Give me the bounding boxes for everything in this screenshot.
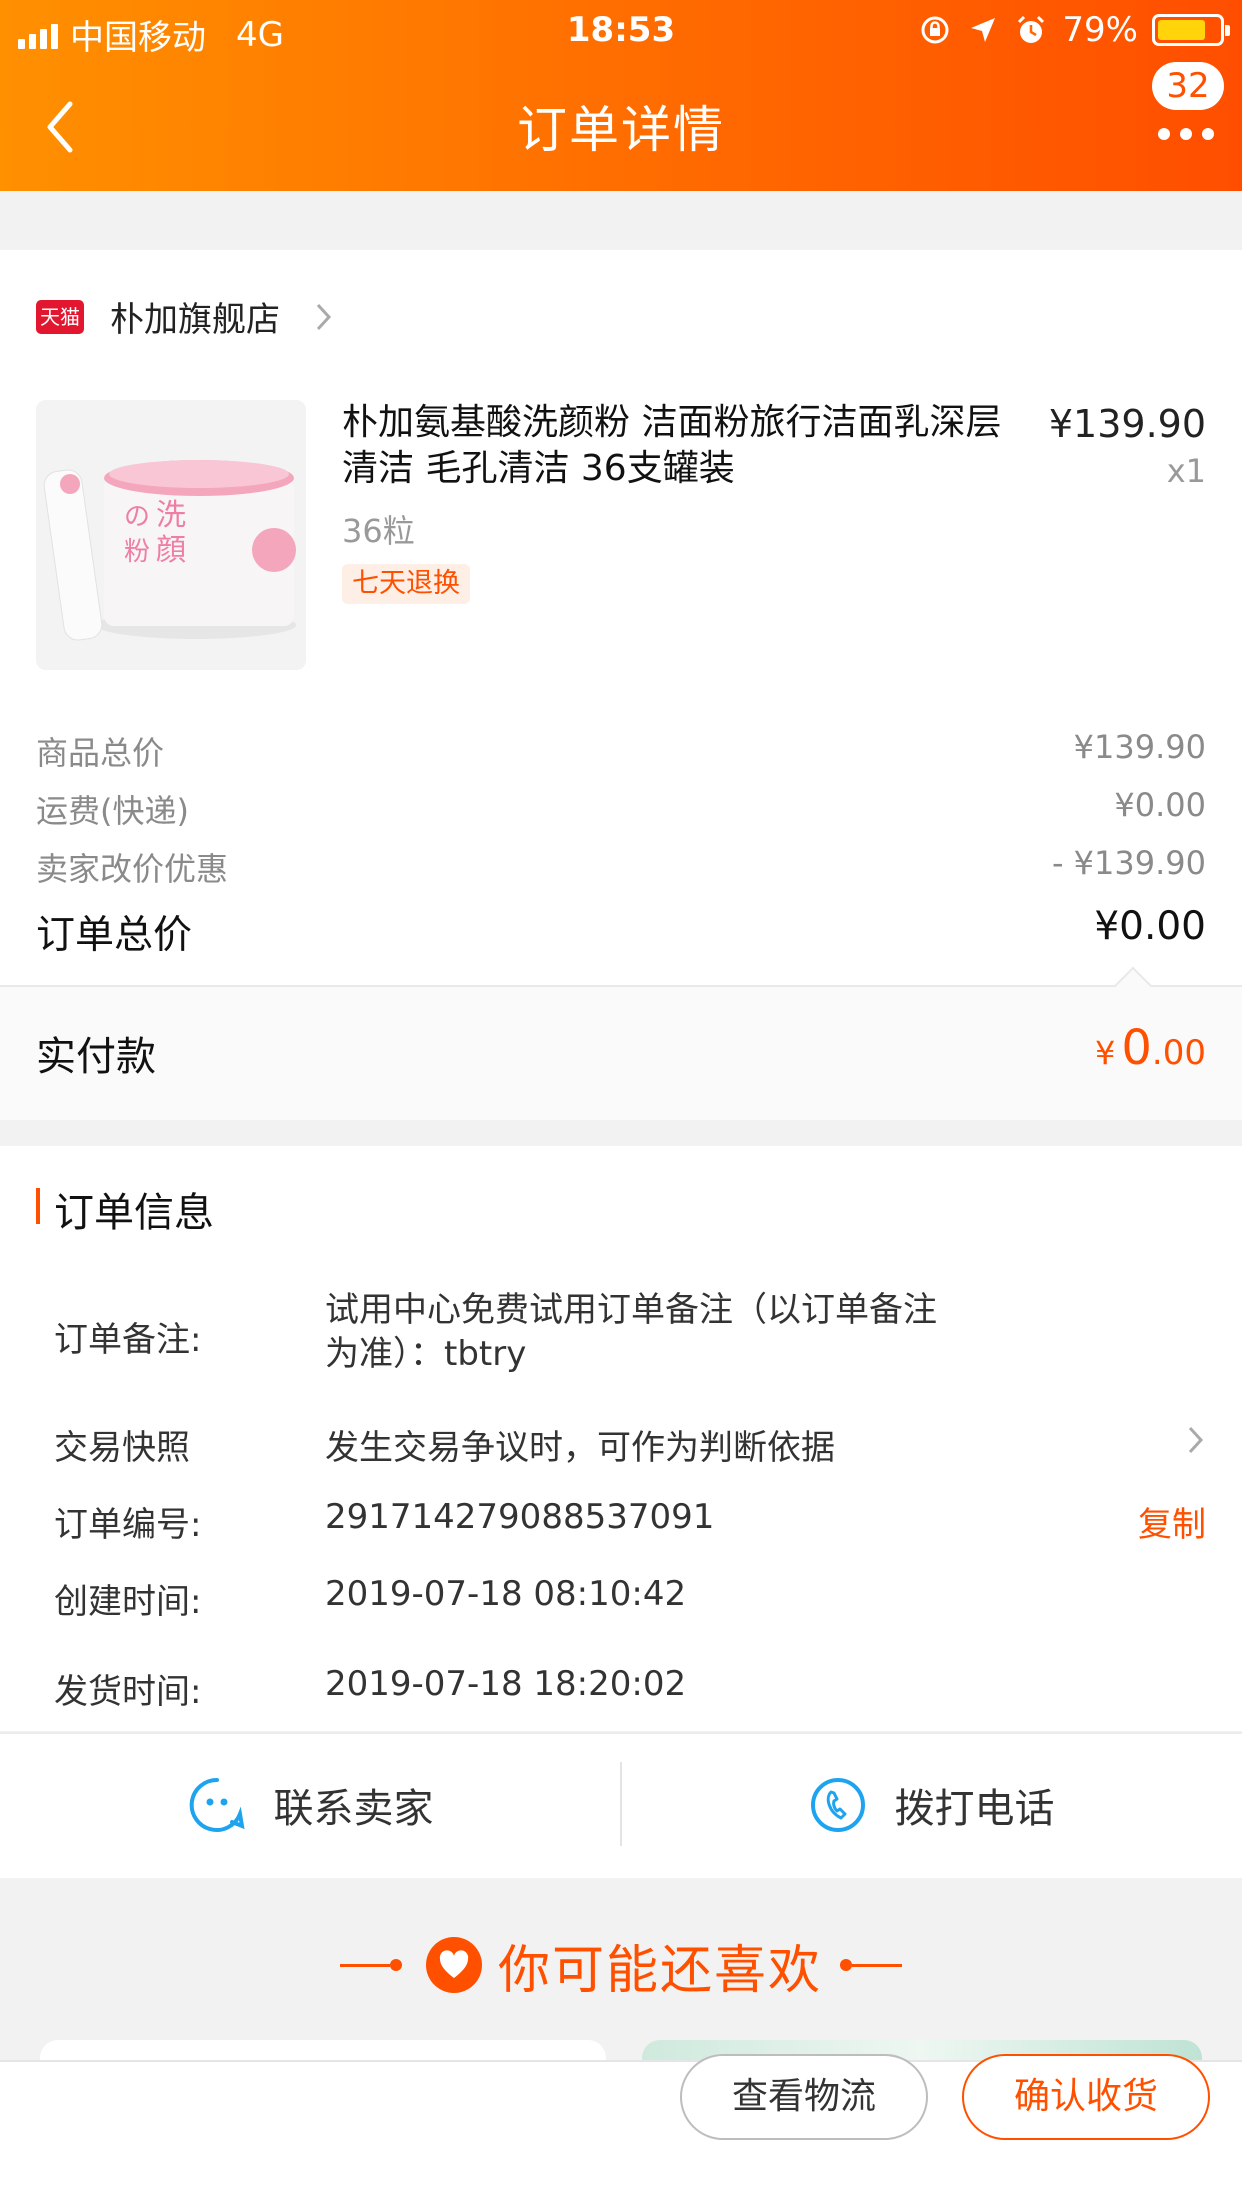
recommend-section-title: 你可能还喜欢 <box>0 1930 1242 2001</box>
confirm-receipt-button[interactable]: 确认收货 <box>962 2054 1210 2140</box>
copy-order-number-button[interactable]: 复制 <box>1138 1497 1206 1546</box>
order-number-label: 订单编号: <box>54 1505 202 1545</box>
message-count-badge: 32 <box>1152 62 1224 110</box>
shipped-time-label: 发货时间: <box>54 1672 202 1712</box>
paid-label: 实付款 <box>36 1034 156 1080</box>
battery-percent: 79% <box>1062 10 1138 50</box>
snapshot-value: 发生交易争议时，可作为判断依据 <box>325 1428 835 1468</box>
chevron-right-icon <box>1188 1426 1204 1454</box>
tmall-logo: 天猫 <box>36 299 84 334</box>
paid-decimal: .00 <box>1151 1033 1206 1073</box>
product-sku: 36粒 <box>342 512 415 550</box>
paid-amount: ¥0.00 <box>1095 1020 1206 1076</box>
svg-text:洗: 洗 <box>156 498 186 533</box>
return-policy-badge: 七天退换 <box>342 564 470 604</box>
product-jar-illustration: 洗 の 顔 粉 <box>36 400 306 670</box>
created-time-value: 2019-07-18 08:10:42 <box>325 1574 687 1614</box>
order-note-line: 试用中心免费试用订单备注（以订单备注 <box>325 1290 937 1330</box>
decor-dot <box>840 1959 852 1971</box>
order-note-label: 订单备注: <box>54 1320 202 1360</box>
paid-currency: ¥ <box>1095 1034 1116 1072</box>
fee-value: ¥139.90 <box>1073 728 1206 766</box>
order-total-value: ¥0.00 <box>1094 904 1206 949</box>
contact-seller-button[interactable]: 联系卖家 <box>0 1732 621 1878</box>
order-note-value: 试用中心免费试用订单备注（以订单备注 为准）：tbtry <box>325 1288 937 1376</box>
fee-row-discount: 卖家改价优惠 - ¥139.90 <box>36 838 1206 888</box>
product-image[interactable]: 洗 の 顔 粉 <box>36 400 306 670</box>
fee-label: 运费(快递) <box>36 792 189 830</box>
store-name: 朴加旗舰店 <box>110 300 280 340</box>
header-bar: 中国移动 4G 18:53 79% 订单详情 32 <box>0 0 1242 191</box>
fee-row-shipping: 运费(快递) ¥0.00 <box>36 780 1206 830</box>
battery-icon <box>1152 14 1230 46</box>
view-logistics-button[interactable]: 查看物流 <box>680 2054 928 2140</box>
created-time-label: 创建时间: <box>54 1582 202 1622</box>
page-title: 订单详情 <box>517 101 725 159</box>
fee-label: 卖家改价优惠 <box>36 850 229 888</box>
contact-seller-label: 联系卖家 <box>273 1786 434 1832</box>
order-number-value: 2917142790885370​91 <box>325 1497 715 1537</box>
paid-amount-panel <box>0 985 1242 1120</box>
call-phone-label: 拨打电话 <box>894 1786 1055 1832</box>
order-total-label: 订单总价 <box>36 913 193 958</box>
store-link[interactable]: 天猫 朴加旗舰店 <box>36 292 334 341</box>
order-info-heading: 订单信息 <box>36 1180 214 1238</box>
fee-row-goods: 商品总价 ¥139.90 <box>36 722 1206 772</box>
decor-line <box>339 1963 390 1967</box>
battery-fill <box>1158 20 1206 40</box>
decor-line <box>852 1963 902 1967</box>
svg-text:顔: 顔 <box>156 533 186 568</box>
snapshot-label: 交易快照 <box>54 1428 190 1468</box>
phone-icon <box>810 1778 865 1832</box>
order-note-line: 为准）：tbtry <box>325 1334 527 1374</box>
rotation-lock-icon <box>918 13 952 47</box>
product-price: ¥139.90 <box>1048 402 1206 446</box>
paid-integer: 0 <box>1121 1020 1152 1076</box>
more-button[interactable] <box>1158 124 1214 144</box>
svg-text:の: の <box>124 502 150 532</box>
product-quantity: x1 <box>1166 452 1206 490</box>
call-phone-button[interactable]: 拨打电话 <box>621 1732 1242 1878</box>
product-title[interactable]: 朴加氨基酸洗颜粉 洁面粉旅行洁面乳深层清洁 毛孔清洁 36支罐装 <box>342 400 1002 492</box>
decor-dot <box>389 1959 402 1971</box>
svg-text:粉: 粉 <box>124 537 150 567</box>
status-bar: 中国移动 4G 18:53 79% <box>0 0 1242 62</box>
chevron-right-icon <box>316 303 332 330</box>
fee-value: ¥0.00 <box>1114 786 1206 824</box>
heart-icon <box>425 1937 482 1993</box>
fee-value: - ¥139.90 <box>1051 844 1206 882</box>
alarm-icon <box>1014 13 1048 47</box>
location-arrow-icon <box>966 13 1000 47</box>
chat-face-icon <box>189 1777 245 1832</box>
order-total-row: 订单总价 ¥0.00 <box>36 898 1206 958</box>
fee-label: 商品总价 <box>36 734 165 772</box>
recommend-title-text: 你可能还喜欢 <box>497 1940 822 2001</box>
shipped-time-value: 2019-07-18 18:20:02 <box>325 1664 687 1704</box>
